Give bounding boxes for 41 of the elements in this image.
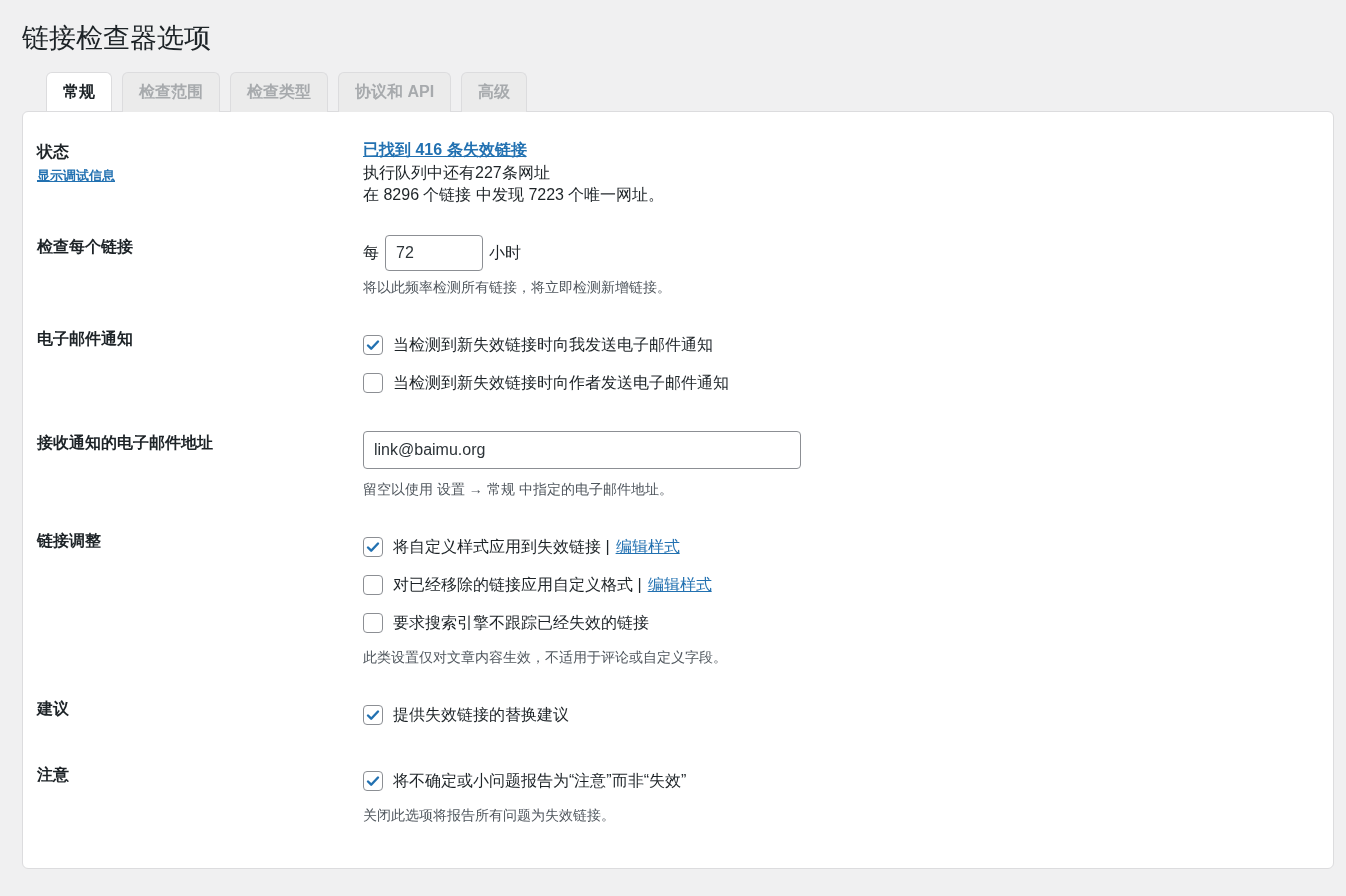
- setting-label: 接收通知的电子邮件地址: [37, 433, 213, 453]
- description-text: 关闭此选项将报告所有问题为失效链接。: [363, 807, 615, 825]
- checkbox-label: 将不确定或小问题报告为“注意”而非“失效”: [393, 770, 687, 791]
- debug-info-link[interactable]: 显示调试信息: [37, 167, 115, 185]
- setting-label: 建议: [37, 699, 69, 719]
- edit-style-link[interactable]: 编辑样式: [647, 574, 712, 596]
- check-icon: [365, 707, 381, 723]
- description-text: 留空以使用 设置 → 常规 中指定的电子邮件地址。: [363, 481, 673, 499]
- tab[interactable]: 常规: [46, 72, 112, 111]
- hours-field[interactable]: 72: [385, 235, 483, 271]
- prefix-text: 每: [363, 243, 379, 263]
- checkbox[interactable]: [363, 373, 383, 393]
- check-icon: [365, 337, 381, 353]
- status-text: 在 8296 个链接 中发现 7223 个唯一网址。: [363, 185, 665, 205]
- description-text: 此类设置仅对文章内容生效，不适用于评论或自定义字段。: [363, 649, 727, 667]
- checkbox[interactable]: [363, 771, 383, 791]
- setting-label: 状态: [37, 142, 69, 162]
- broken-links-link[interactable]: 已找到 416 条失效链接: [363, 140, 527, 161]
- setting-label: 电子邮件通知: [37, 329, 133, 349]
- status-text: 执行队列中还有227条网址: [363, 163, 550, 183]
- checkbox[interactable]: [363, 705, 383, 725]
- check-icon: [365, 773, 381, 789]
- setting-label: 检查每个链接: [37, 237, 133, 257]
- page-title: 链接检查器选项: [22, 22, 212, 55]
- checkbox-label: 对已经移除的链接应用自定义格式 |: [393, 574, 642, 595]
- setting-label: 链接调整: [37, 531, 101, 551]
- checkbox[interactable]: [363, 575, 383, 595]
- checkbox-label: 提供失效链接的替换建议: [393, 704, 569, 725]
- checkbox-label: 要求搜索引擎不跟踪已经失效的链接: [393, 612, 649, 633]
- setting-label: 注意: [37, 765, 69, 785]
- check-icon: [365, 539, 381, 555]
- checkbox-label: 将自定义样式应用到失效链接 |: [393, 536, 610, 557]
- checkbox[interactable]: [363, 335, 383, 355]
- email-field[interactable]: link@baimu.org: [363, 431, 801, 469]
- description-text: 将以此频率检测所有链接，将立即检测新增链接。: [363, 279, 671, 297]
- checkbox[interactable]: [363, 613, 383, 633]
- edit-style-link[interactable]: 编辑样式: [615, 536, 680, 558]
- unit-text: 小时: [489, 243, 521, 263]
- checkbox[interactable]: [363, 537, 383, 557]
- checkbox-label: 当检测到新失效链接时向作者发送电子邮件通知: [393, 372, 729, 393]
- checkbox-label: 当检测到新失效链接时向我发送电子邮件通知: [393, 334, 713, 355]
